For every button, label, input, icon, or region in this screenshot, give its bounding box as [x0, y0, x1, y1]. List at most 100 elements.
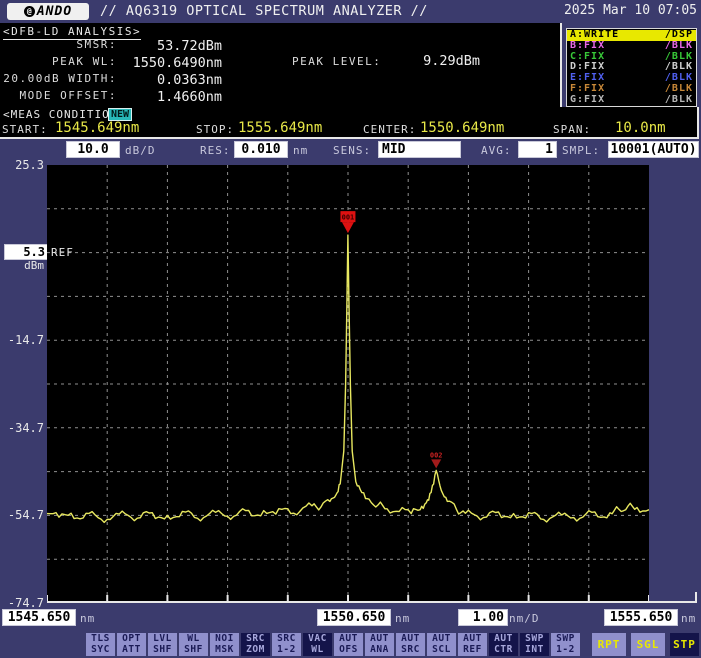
- ando-logo-text: ANDO: [37, 4, 72, 19]
- y-axis-unit: dBm: [0, 259, 44, 272]
- trace-row-g: G:FIX/BLK: [567, 95, 696, 106]
- width-value: 0.0363nm: [0, 72, 222, 88]
- ando-circle-icon: @: [24, 6, 35, 17]
- x-center-unit: nm: [395, 612, 410, 625]
- trace-legend-panel: A:WRITE/DSPB:FIX/BLKC:FIX/BLKD:FIX/BLKE:…: [566, 28, 697, 107]
- softkey-opt-att[interactable]: OPTATT: [117, 633, 146, 656]
- softkey-src-1-2[interactable]: SRC1-2: [272, 633, 301, 656]
- softkey-label: AUT: [489, 634, 518, 645]
- softkey-vac-wl[interactable]: VACWL: [303, 633, 332, 656]
- softkey-label: SHF: [148, 645, 177, 656]
- softkey-label: SRC: [396, 645, 425, 656]
- sweep-key-sgl[interactable]: SGL: [631, 633, 665, 656]
- softkey-label: SCL: [427, 645, 456, 656]
- y-tick-label: -74.7: [0, 596, 44, 610]
- start-value[interactable]: 1545.649nm: [55, 120, 139, 136]
- trace-a-line: [47, 235, 649, 522]
- analysis-row-smsr: SMSR: 53.72dBm: [0, 38, 560, 54]
- softkey-label: AUT: [458, 634, 487, 645]
- softkey-label: CTR: [489, 645, 518, 656]
- softkey-aut-ana[interactable]: AUTANA: [365, 633, 394, 656]
- softkey-aut-ctr[interactable]: AUTCTR: [489, 633, 518, 656]
- softkey-swp-1-2[interactable]: SWP1-2: [551, 633, 580, 656]
- softkey-label: AUT: [365, 634, 394, 645]
- x-start-unit: nm: [80, 612, 95, 625]
- x-scale-field[interactable]: 1.00: [458, 609, 508, 626]
- smpl-field[interactable]: 10001(AUTO): [608, 141, 699, 158]
- smpl-label: SMPL:: [562, 144, 600, 157]
- softkey-aut-ofs[interactable]: AUTOFS: [334, 633, 363, 656]
- avg-field[interactable]: 1: [518, 141, 557, 158]
- res-label: RES:: [200, 144, 231, 157]
- softkey-label: VAC: [303, 634, 332, 645]
- softkey-label: ZOM: [241, 645, 270, 656]
- softkey-src-zom[interactable]: SRCZOM: [241, 633, 270, 656]
- svg-text:001: 001: [342, 214, 355, 222]
- page-title: // AQ6319 OPTICAL SPECTRUM ANALYZER //: [100, 3, 428, 19]
- ref-line-label: REF: [51, 246, 74, 259]
- x-center-field[interactable]: 1550.650: [317, 609, 391, 626]
- trace-name: G:FIX: [570, 95, 605, 106]
- res-field[interactable]: 0.010: [234, 141, 288, 158]
- sweep-key-stp[interactable]: STP: [670, 633, 699, 656]
- axis-baseline-extension: [649, 601, 697, 603]
- softkey-label: 1-2: [272, 645, 301, 656]
- span-value[interactable]: 10.0nm: [615, 120, 666, 136]
- level-scale-unit: dB/D: [125, 144, 156, 157]
- analysis-row-width: 20.00dB WIDTH: 0.0363nm: [0, 72, 560, 88]
- softkey-label: SHF: [179, 645, 208, 656]
- trace-row-a: A:WRITE/DSP: [567, 30, 696, 41]
- softkey-aut-scl[interactable]: AUTSCL: [427, 633, 456, 656]
- ando-logo: @ ANDO: [7, 3, 89, 20]
- softkey-label: ATT: [117, 645, 146, 656]
- ref-level-field[interactable]: 5.3: [4, 244, 48, 260]
- softkey-label: SRC: [241, 634, 270, 645]
- trace-row-f: F:FIX/BLK: [567, 84, 696, 95]
- y-tick-label: -14.7: [0, 333, 44, 347]
- mode-offset-value: 1.4660nm: [0, 89, 222, 105]
- y-tick-label: -34.7: [0, 421, 44, 435]
- softkey-swp-int[interactable]: SWPINT: [520, 633, 549, 656]
- sens-field[interactable]: MID: [378, 141, 461, 158]
- softkey-label: TLS: [86, 634, 115, 645]
- stop-value[interactable]: 1555.649nm: [238, 120, 322, 136]
- sens-label: SENS:: [333, 144, 371, 157]
- softkey-label: MSK: [210, 645, 239, 656]
- softkey-aut-src[interactable]: AUTSRC: [396, 633, 425, 656]
- center-value[interactable]: 1550.649nm: [420, 120, 504, 136]
- x-start-field[interactable]: 1545.650: [2, 609, 76, 626]
- x-stop-field[interactable]: 1555.650: [604, 609, 678, 626]
- trace-mode: /BLK: [665, 84, 693, 95]
- spectrum-chart: 001 002: [47, 165, 649, 603]
- center-label: CENTER:: [363, 123, 416, 136]
- trace-mode: /BLK: [665, 73, 693, 84]
- softkey-label: SWP: [520, 634, 549, 645]
- trace-mode: /BLK: [665, 41, 693, 52]
- softkey-label: OPT: [117, 634, 146, 645]
- sweep-key-rpt[interactable]: RPT: [592, 633, 626, 656]
- softkey-aut-ref[interactable]: AUTREF: [458, 633, 487, 656]
- softkey-label: AUT: [427, 634, 456, 645]
- softkey-label: WL: [303, 645, 332, 656]
- softkey-label: NOI: [210, 634, 239, 645]
- trace-row-e: E:FIX/BLK: [567, 73, 696, 84]
- softkey-noi-msk[interactable]: NOIMSK: [210, 633, 239, 656]
- softkey-wl-shf[interactable]: WLSHF: [179, 633, 208, 656]
- softkey-label: INT: [520, 645, 549, 656]
- softkey-lvl-shf[interactable]: LVLSHF: [148, 633, 177, 656]
- datetime: 2025 Mar 10 07:05: [564, 3, 697, 18]
- peak-marker-002: 002: [430, 451, 443, 468]
- peak-level-value: 9.29dBm: [300, 53, 480, 69]
- y-tick-top: 25.3: [0, 158, 44, 172]
- softkey-label: SWP: [551, 634, 580, 645]
- trace-mode: /DSP: [665, 30, 693, 41]
- res-unit: nm: [293, 144, 308, 157]
- level-scale-field[interactable]: 10.0: [66, 141, 120, 158]
- trace-name: A:WRITE: [570, 30, 619, 41]
- softkey-label: AUT: [396, 634, 425, 645]
- softkey-label: REF: [458, 645, 487, 656]
- axis-corner-tick: [695, 592, 697, 603]
- softkey-tls-syc[interactable]: TLSSYC: [86, 633, 115, 656]
- span-label: SPAN:: [553, 123, 591, 136]
- osa-screen: @ ANDO // AQ6319 OPTICAL SPECTRUM ANALYZ…: [0, 0, 701, 658]
